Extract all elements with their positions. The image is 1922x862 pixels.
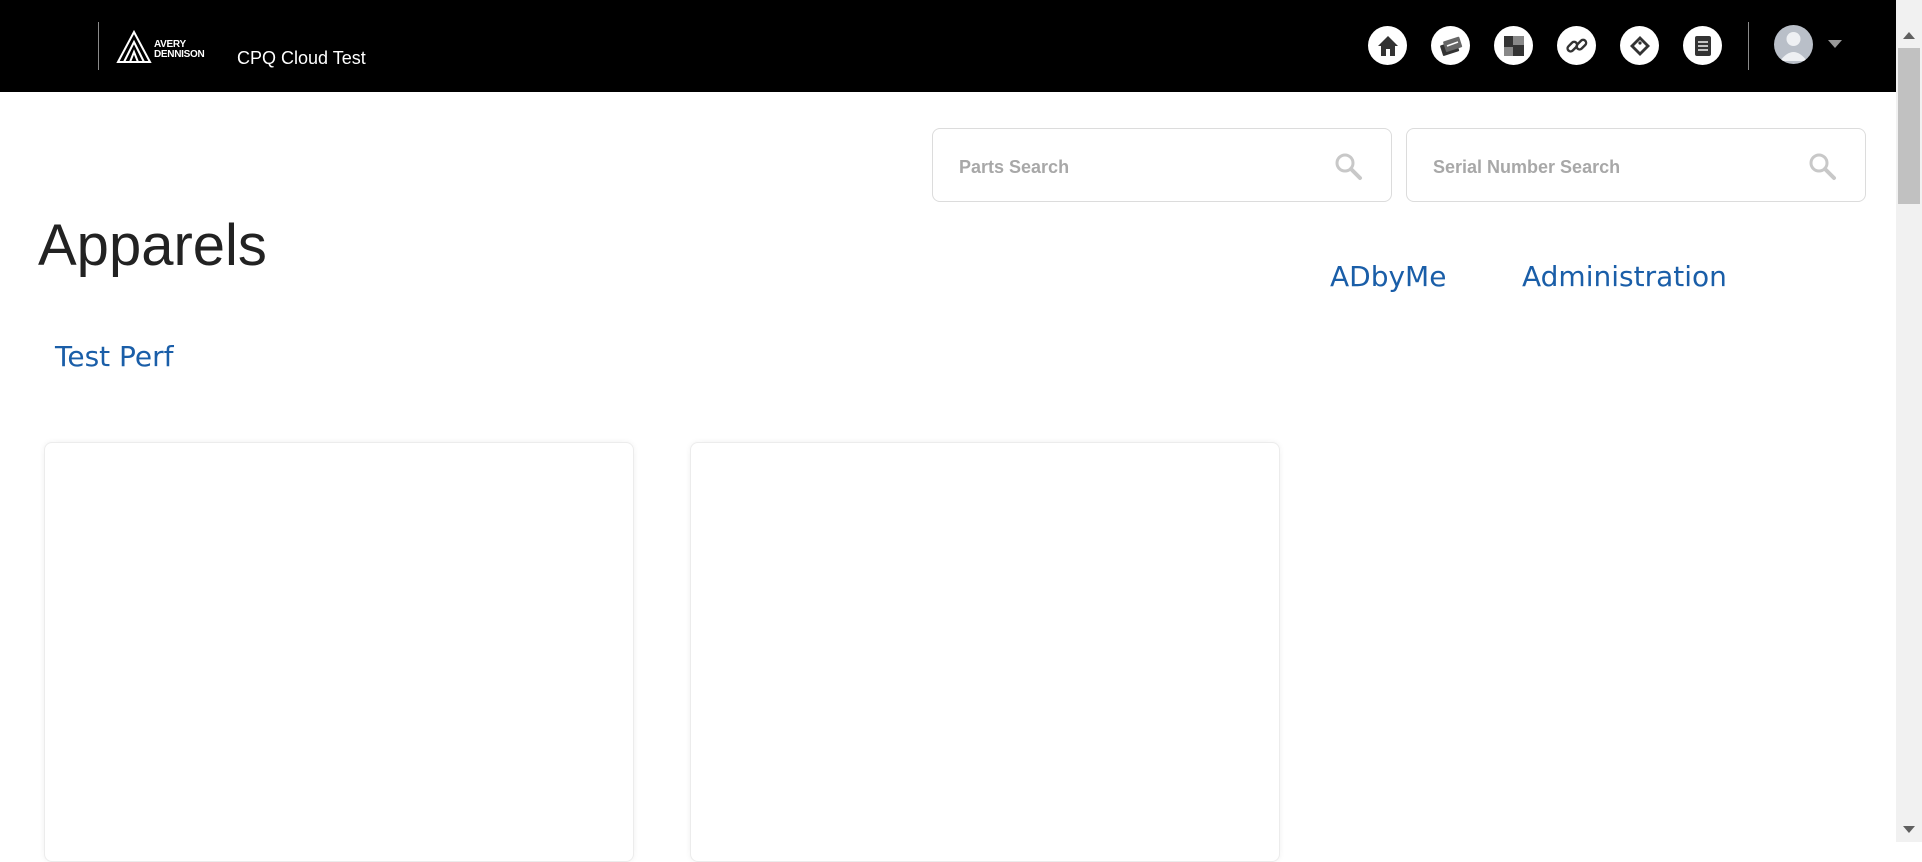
vertical-scrollbar[interactable] <box>1896 0 1922 842</box>
link-administration[interactable]: Administration <box>1522 260 1727 293</box>
scroll-thumb[interactable] <box>1898 48 1920 204</box>
header-divider <box>98 22 99 70</box>
logo-mark-icon <box>116 29 152 63</box>
parts-search-input[interactable] <box>957 151 1321 183</box>
chevron-down-icon[interactable] <box>1828 40 1842 48</box>
link-adbyme[interactable]: ADbyMe <box>1330 260 1446 293</box>
page-title: Apparels <box>38 213 267 278</box>
document-icon[interactable] <box>1683 26 1722 65</box>
home-icon[interactable] <box>1368 26 1407 65</box>
content-card[interactable] <box>44 442 634 862</box>
top-bar: AVERY DENNISON CPQ Cloud Test <box>0 0 1896 92</box>
products-icon[interactable] <box>1494 26 1533 65</box>
parts-search-box <box>932 128 1392 202</box>
search-icon[interactable] <box>1807 151 1837 181</box>
user-avatar-icon[interactable] <box>1774 25 1813 64</box>
serial-number-search-input[interactable] <box>1431 151 1795 183</box>
link-test-perf[interactable]: Test Perf <box>55 340 174 373</box>
search-icon[interactable] <box>1333 151 1363 181</box>
logo-text-dennison: DENNISON <box>154 49 205 60</box>
scroll-up-arrow-icon[interactable] <box>1903 32 1915 39</box>
links-icon[interactable] <box>1557 26 1596 65</box>
app-title: CPQ Cloud Test <box>237 48 366 68</box>
avery-dennison-logo[interactable]: AVERY DENNISON <box>114 29 218 64</box>
header-nav <box>1368 26 1722 65</box>
scroll-down-arrow-icon[interactable] <box>1903 826 1915 833</box>
content-card[interactable] <box>690 442 1280 862</box>
header-divider-right <box>1748 22 1749 70</box>
quotes-icon[interactable] <box>1431 26 1470 65</box>
tag-icon[interactable] <box>1620 26 1659 65</box>
serial-number-search-box <box>1406 128 1866 202</box>
